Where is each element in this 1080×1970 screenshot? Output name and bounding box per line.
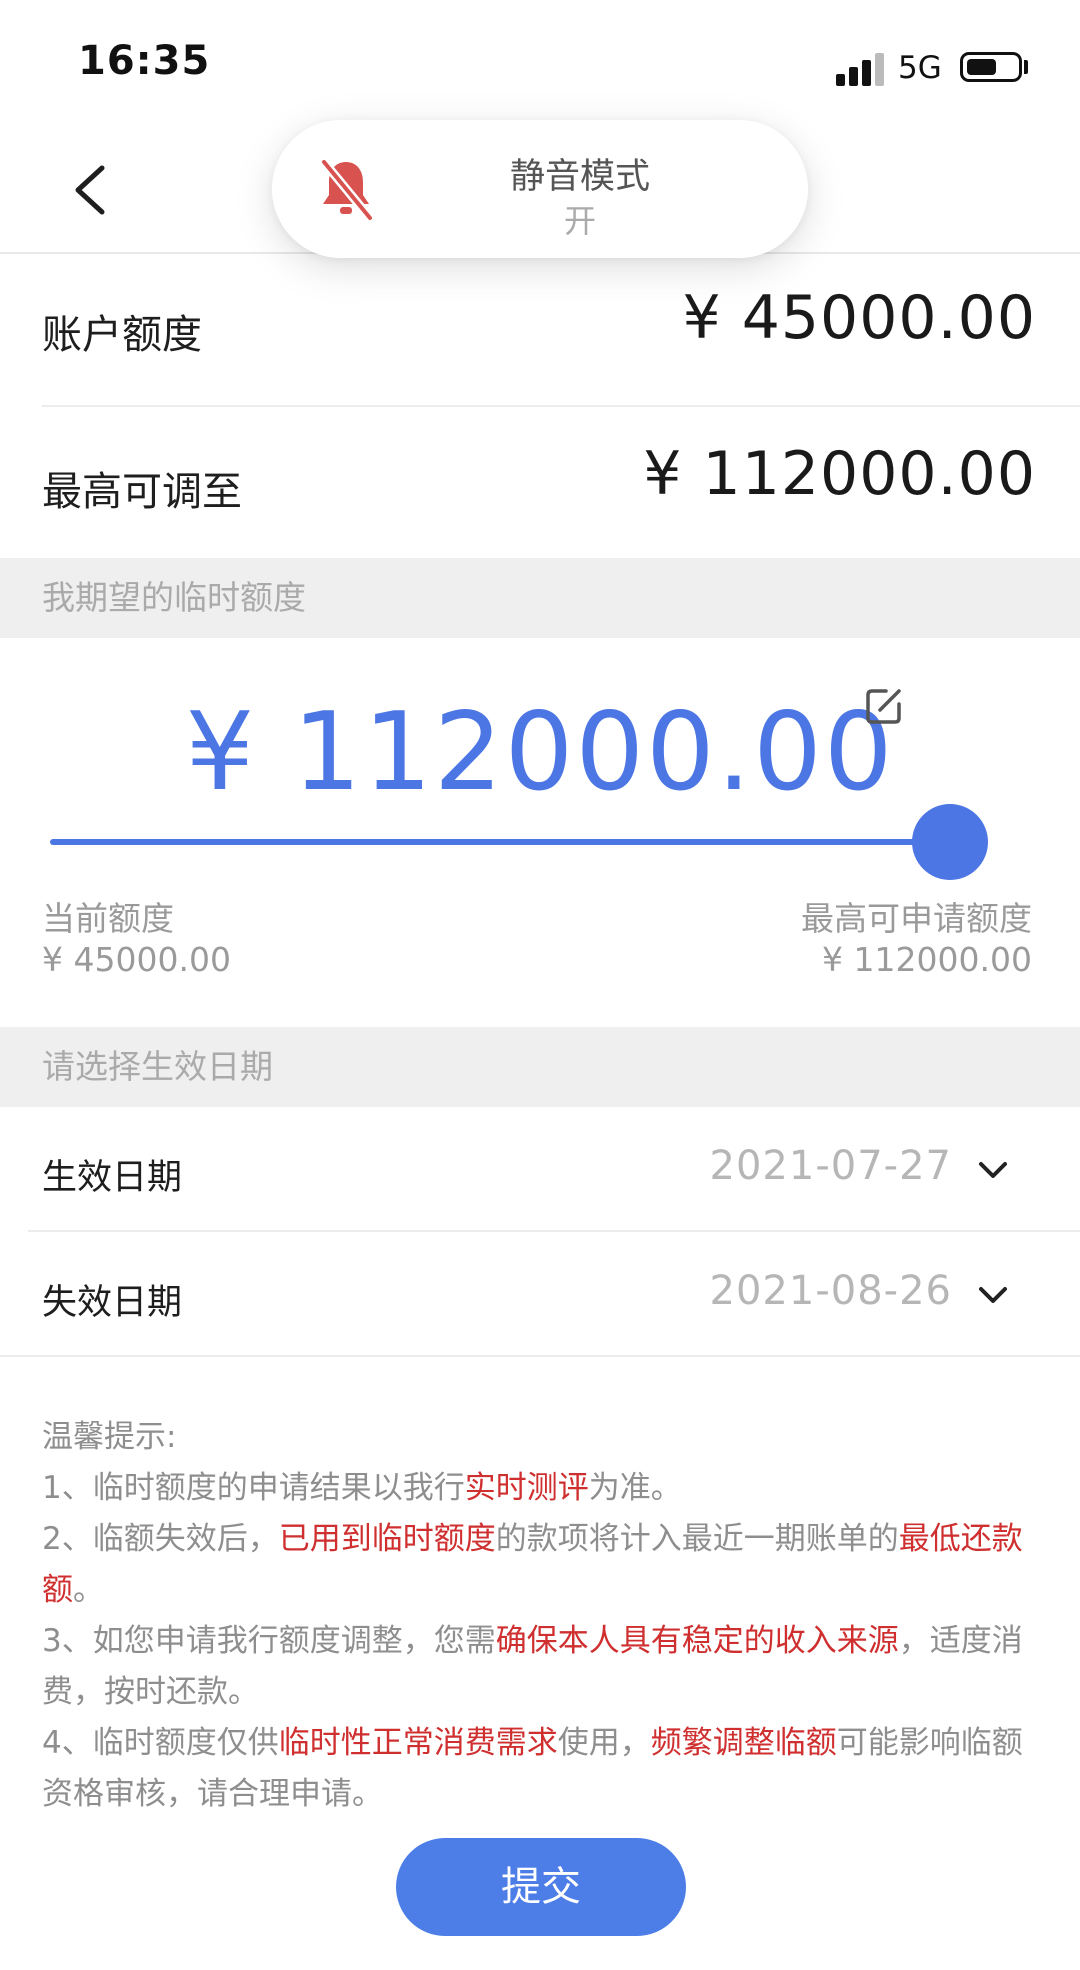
effective-date-value[interactable]: 2021-07-27 bbox=[710, 1143, 952, 1189]
expiry-date-label: 失效日期 bbox=[42, 1283, 183, 1323]
signal-icon bbox=[836, 52, 886, 86]
effective-date-label: 生效日期 bbox=[42, 1158, 183, 1198]
limit-slider-track[interactable] bbox=[50, 839, 970, 845]
silent-mode-toast: 静音模式 开 bbox=[272, 120, 808, 258]
tip-text: 的款项将计入最近一期账单的 bbox=[495, 1521, 899, 1557]
tip-2: 2、临额失效后，已用到临时额度的款项将计入最近一期账单的最低还款额。 bbox=[42, 1514, 1042, 1616]
tip-1: 1、临时额度的申请结果以我行实时测评为准。 bbox=[42, 1463, 1042, 1514]
current-limit-label: 当前额度 bbox=[42, 899, 174, 938]
expiry-date-value[interactable]: 2021-08-26 bbox=[710, 1268, 952, 1314]
tip-highlight: 临时性正常消费需求 bbox=[278, 1725, 558, 1761]
tip-text: 4、临时额度仅供 bbox=[42, 1725, 279, 1761]
tip-highlight: 实时测评 bbox=[464, 1470, 589, 1506]
tip-text: 2、临额失效后， bbox=[42, 1521, 279, 1557]
edit-icon[interactable] bbox=[864, 686, 904, 726]
limit-slider-thumb[interactable] bbox=[912, 804, 988, 880]
chevron-left-icon bbox=[75, 165, 105, 215]
tip-3: 3、如您申请我行额度调整，您需确保本人具有稳定的收入来源，适度消费，按时还款。 bbox=[42, 1616, 1042, 1718]
row-divider bbox=[42, 405, 1080, 407]
tip-text: 1、临时额度的申请结果以我行 bbox=[42, 1470, 465, 1506]
temp-limit-amount: ¥ 112000.00 bbox=[185, 690, 895, 815]
account-limit-value: ¥ 45000.00 bbox=[682, 283, 1036, 353]
effective-date-row[interactable]: 生效日期 2021-07-27 bbox=[0, 1107, 1080, 1231]
max-apply-label: 最高可申请额度 bbox=[801, 899, 1032, 938]
battery-cap bbox=[1024, 60, 1028, 74]
tip-highlight: 频繁调整临额 bbox=[650, 1725, 837, 1761]
tips-title: 温馨提示: bbox=[42, 1419, 177, 1455]
tip-highlight: 已用到临时额度 bbox=[278, 1521, 496, 1557]
status-time: 16:35 bbox=[78, 38, 211, 84]
temp-limit-section-header: 我期望的临时额度 bbox=[0, 558, 1080, 638]
chevron-down-icon[interactable] bbox=[978, 1161, 1008, 1181]
section-title: 请选择生效日期 bbox=[42, 1047, 273, 1086]
chevron-down-icon[interactable] bbox=[978, 1286, 1008, 1306]
max-apply-value: ¥ 112000.00 bbox=[822, 940, 1032, 979]
current-limit-value: ¥ 45000.00 bbox=[42, 940, 231, 979]
battery-icon bbox=[960, 52, 1022, 82]
date-section-header: 请选择生效日期 bbox=[0, 1027, 1080, 1107]
row-divider bbox=[0, 1355, 1080, 1357]
tip-text: 为准。 bbox=[588, 1470, 682, 1506]
max-limit-value: ¥ 112000.00 bbox=[643, 439, 1036, 509]
tip-4: 4、临时额度仅供临时性正常消费需求使用，频繁调整临额可能影响临额资格审核，请合理… bbox=[42, 1718, 1042, 1820]
back-button[interactable] bbox=[70, 164, 110, 216]
tip-text: 3、如您申请我行额度调整，您需 bbox=[42, 1623, 496, 1659]
tip-text: 使用， bbox=[557, 1725, 651, 1761]
tip-text: 。 bbox=[73, 1572, 104, 1608]
toast-subtitle: 开 bbox=[563, 202, 596, 240]
tip-highlight: 确保本人具有稳定的收入来源 bbox=[495, 1623, 899, 1659]
submit-button[interactable]: 提交 bbox=[396, 1838, 686, 1936]
section-title: 我期望的临时额度 bbox=[42, 578, 306, 617]
expiry-date-row[interactable]: 失效日期 2021-08-26 bbox=[0, 1232, 1080, 1356]
max-limit-label: 最高可调至 bbox=[42, 469, 242, 515]
tips-block: 温馨提示: 1、临时额度的申请结果以我行实时测评为准。 2、临额失效后，已用到临… bbox=[42, 1412, 1042, 1820]
account-limit-label: 账户额度 bbox=[42, 312, 202, 358]
network-type: 5G bbox=[898, 50, 942, 86]
toast-title: 静音模式 bbox=[509, 157, 650, 197]
